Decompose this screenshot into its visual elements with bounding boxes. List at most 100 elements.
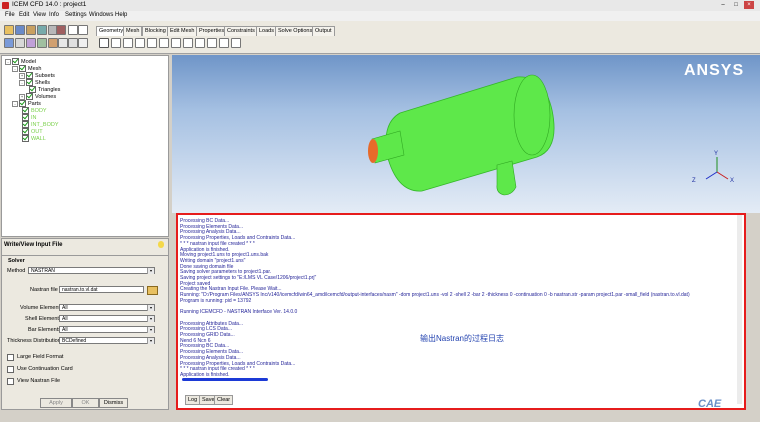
method-select[interactable]: NASTRAN ▾	[28, 267, 155, 274]
tree-item-volumes[interactable]: + Volumes	[19, 93, 56, 100]
tab-loads[interactable]: Loads	[256, 26, 277, 36]
browse-folder-icon[interactable]	[147, 286, 158, 295]
checkbox-icon[interactable]	[22, 135, 29, 142]
dismiss-button[interactable]: Dismiss	[99, 398, 128, 408]
menu-settings[interactable]: Settings	[65, 12, 87, 18]
redo-icon[interactable]	[78, 25, 88, 35]
zoom-box-icon[interactable]	[15, 38, 25, 48]
shell-elements-select[interactable]: All ▾	[59, 315, 155, 322]
tree-item-shells[interactable]: - Shells	[19, 79, 50, 86]
body-icon[interactable]	[147, 38, 157, 48]
menu-help[interactable]: Help	[115, 12, 127, 18]
model-tree: - Model - Mesh + Subsets - Shells Triangles …	[1, 55, 169, 237]
point-icon[interactable]	[111, 38, 121, 48]
tree-item-parts[interactable]: - Parts	[12, 100, 41, 107]
measure-icon[interactable]	[26, 38, 36, 48]
tab-blocking[interactable]: Blocking	[142, 26, 169, 36]
model-render: Y X Z	[368, 74, 734, 196]
tab-edit-mesh[interactable]: Edit Mesh	[167, 26, 198, 36]
tree-item-part[interactable]: IN	[22, 114, 37, 121]
tree-item-model[interactable]: - Model	[5, 58, 36, 65]
collapse-icon[interactable]: -	[19, 79, 25, 86]
log-line: Running: "D:/Program Files/ANSYS Inc/v14…	[180, 292, 690, 299]
open-geometry-icon[interactable]	[26, 25, 36, 35]
axis-z-label: Z	[692, 178, 696, 184]
menu-windows[interactable]: Windows	[89, 12, 113, 18]
save-geometry-icon[interactable]	[37, 25, 47, 35]
bar-elements-select[interactable]: All ▾	[59, 326, 155, 333]
tab-output[interactable]: Output	[312, 26, 335, 36]
minimize-icon[interactable]: –	[718, 1, 728, 9]
curve-icon[interactable]	[123, 38, 133, 48]
wireframe-icon[interactable]	[37, 38, 47, 48]
checkbox-icon[interactable]	[12, 58, 19, 65]
delete-surface-icon[interactable]	[207, 38, 217, 48]
solid-icon[interactable]	[48, 38, 58, 48]
tab-geometry[interactable]: Geometry	[96, 26, 127, 36]
thickness-distribution-select[interactable]: BCDefined ▾	[59, 337, 155, 344]
checkbox-icon[interactable]	[19, 65, 26, 72]
tab-solve-options[interactable]: Solve Options	[275, 26, 316, 36]
menu-info[interactable]: Info	[49, 12, 59, 18]
menu-edit[interactable]: Edit	[19, 12, 29, 18]
save-project-icon[interactable]	[15, 25, 25, 35]
use-continuation-checkbox[interactable]	[7, 366, 14, 373]
tree-item-part[interactable]: WALL	[22, 135, 46, 142]
select-icon[interactable]	[68, 38, 78, 48]
collapse-icon[interactable]: -	[12, 65, 18, 72]
checkbox-icon[interactable]	[26, 93, 33, 100]
undo-icon[interactable]	[68, 25, 78, 35]
shell-elements-label: Shell Elements	[25, 316, 62, 322]
repair-icon[interactable]	[171, 38, 181, 48]
axis-y-label: Y	[714, 151, 718, 157]
fit-window-icon[interactable]	[4, 38, 14, 48]
nastran-file-input[interactable]: nastran.to.vl.dat	[59, 286, 144, 293]
delete-any-icon[interactable]	[231, 38, 241, 48]
refresh-icon[interactable]	[58, 38, 68, 48]
clear-log-button[interactable]: Clear	[214, 395, 234, 405]
axis-x-label: X	[730, 178, 734, 184]
delete-curve-icon[interactable]	[195, 38, 205, 48]
view-nastran-label: View Nastran File	[17, 378, 60, 384]
delete-point-icon[interactable]	[183, 38, 193, 48]
tab-properties[interactable]: Properties	[196, 26, 228, 36]
large-field-checkbox[interactable]	[7, 354, 14, 361]
tab-constraints[interactable]: Constraints	[224, 26, 258, 36]
close-icon[interactable]: ×	[744, 1, 754, 9]
maximize-icon[interactable]: □	[731, 1, 741, 9]
log-button[interactable]: Log	[185, 395, 201, 405]
collapse-icon[interactable]: -	[12, 100, 18, 107]
divider	[2, 255, 168, 256]
help-icon[interactable]	[158, 241, 164, 248]
tree-item-subsets[interactable]: + Subsets	[19, 72, 55, 79]
tree-item-part[interactable]: INT_BODY	[22, 121, 59, 128]
message-log: Processing BC Data... Processing Elements…	[176, 213, 746, 410]
view-nastran-checkbox[interactable]	[7, 378, 14, 385]
open-project-icon[interactable]	[4, 25, 14, 35]
log-scrollbar[interactable]	[737, 215, 742, 404]
large-field-label: Large Field Format	[17, 354, 64, 360]
menu-file[interactable]: File	[5, 12, 15, 18]
app-icon	[2, 2, 9, 9]
apply-button[interactable]: Apply	[40, 398, 72, 408]
collapse-icon[interactable]: -	[5, 58, 11, 65]
menu-view[interactable]: View	[33, 12, 46, 18]
ansys-logo: ANSYS	[684, 62, 745, 79]
tree-item-triangles[interactable]: Triangles	[29, 86, 60, 93]
write-input-icon[interactable]	[99, 38, 109, 48]
log-line: Program is running: pid = 13792	[180, 297, 252, 304]
transform-icon[interactable]	[159, 38, 169, 48]
help-icon[interactable]	[78, 38, 88, 48]
surface-icon[interactable]	[135, 38, 145, 48]
volume-elements-select[interactable]: All ▾	[59, 304, 155, 311]
tab-mesh[interactable]: Mesh	[123, 26, 143, 36]
tree-item-mesh[interactable]: - Mesh	[12, 65, 41, 72]
graphics-viewport[interactable]: Y X Z	[172, 55, 760, 213]
window-title: ICEM CFD 14.0 : project1	[12, 1, 87, 8]
nastran-file-label: Nastran file	[30, 287, 58, 293]
expand-icon[interactable]: +	[19, 72, 25, 79]
bar-elements-label: Bar Elements	[28, 327, 62, 333]
save-mesh-icon[interactable]	[56, 25, 66, 35]
delete-body-icon[interactable]	[219, 38, 229, 48]
ok-button[interactable]: OK	[72, 398, 99, 408]
